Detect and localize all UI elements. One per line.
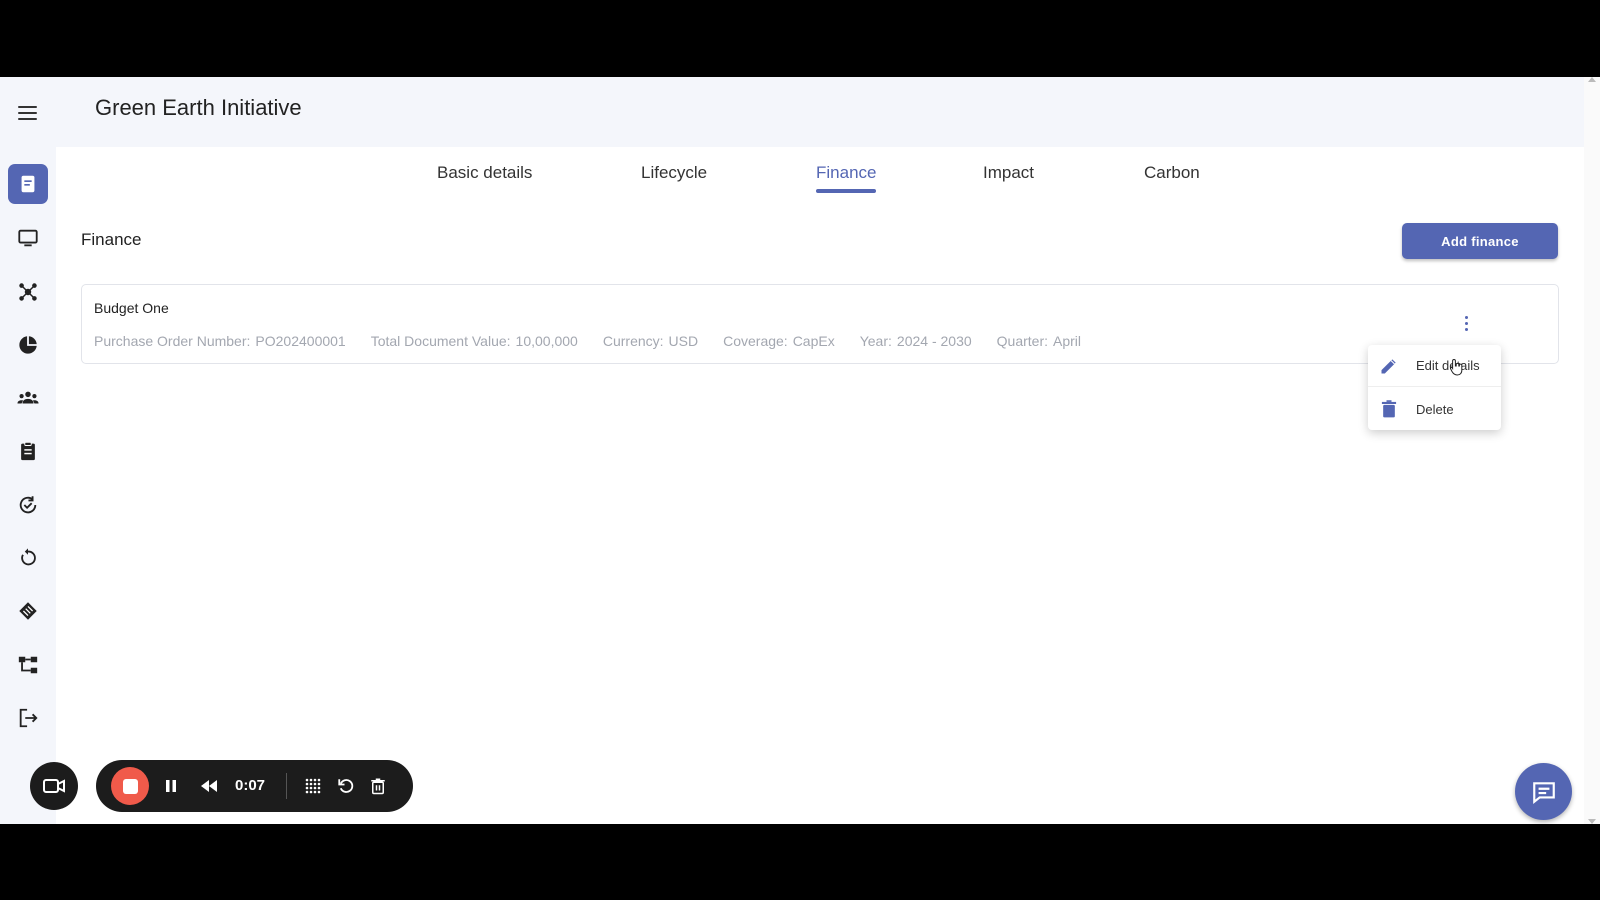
field-value: 10,00,000 (515, 333, 578, 349)
edit-details-label: Edit details (1416, 358, 1480, 373)
refresh-icon[interactable] (8, 538, 48, 578)
check-cycle-icon[interactable] (8, 485, 48, 525)
monitor-icon[interactable] (8, 218, 48, 258)
restart-icon[interactable] (334, 774, 358, 798)
add-finance-button[interactable]: Add finance (1402, 223, 1558, 259)
field-label: Currency: (602, 333, 664, 349)
logout-icon[interactable] (8, 698, 48, 738)
delete-menu-item[interactable]: Delete (1368, 388, 1501, 430)
pie-chart-icon[interactable] (8, 325, 48, 365)
clipboard-icon[interactable] (8, 431, 48, 471)
rewind-icon[interactable] (197, 774, 221, 798)
stop-recording-button[interactable] (111, 767, 149, 805)
mouse-cursor-icon (1449, 358, 1464, 381)
field-label: Year: (859, 333, 892, 349)
pencil-icon (1378, 355, 1400, 377)
hierarchy-icon[interactable] (8, 645, 48, 685)
tab-impact[interactable]: Impact (983, 163, 1034, 183)
field-label: Purchase Order Number: (94, 333, 251, 349)
document-value-field: Total Document Value: 10,00,000 (371, 333, 578, 349)
field-value: April (1053, 333, 1082, 349)
tab-finance[interactable]: Finance (816, 163, 876, 183)
currency-field: Currency: USD (603, 333, 698, 349)
recording-timer: 0:07 (235, 777, 266, 794)
tab-carbon[interactable]: Carbon (1144, 163, 1200, 183)
section-title: Finance (81, 230, 142, 249)
finance-card: Budget One Purchase Order Number: PO20240… (81, 284, 1559, 364)
edit-details-menu-item[interactable]: Edit details (1368, 345, 1501, 387)
field-label: Coverage: (723, 333, 788, 349)
people-icon[interactable] (8, 378, 48, 418)
field-value: 2024 - 2030 (896, 333, 972, 349)
tab-lifecycle[interactable]: Lifecycle (641, 163, 707, 183)
camera-icon[interactable] (30, 762, 78, 810)
context-menu: Edit details Delete (1368, 345, 1501, 430)
page-header: Green Earth Initiative (56, 77, 1584, 147)
app-window: Green Earth Initiative Basic details Lif… (0, 77, 1584, 824)
card-title: Budget One (94, 300, 169, 316)
card-fields: Purchase Order Number: PO202400001 Total … (94, 333, 1081, 349)
po-number-field: Purchase Order Number: PO202400001 (94, 333, 346, 349)
field-label: Quarter: (996, 333, 1048, 349)
recording-toolbar: 0:07 (96, 760, 413, 812)
field-value: USD (668, 333, 699, 349)
field-value: PO202400001 (255, 333, 346, 349)
field-value: CapEx (792, 333, 835, 349)
letterbox-top (0, 0, 1600, 77)
scroll-up-icon[interactable] (1588, 77, 1596, 82)
document-icon[interactable] (8, 164, 48, 204)
tab-bar: Basic details Lifecycle Finance Impact C… (56, 147, 1584, 207)
discard-trash-icon[interactable] (366, 774, 390, 798)
hamburger-menu-icon[interactable] (14, 99, 42, 127)
quarter-field: Quarter: April (997, 333, 1081, 349)
pause-icon[interactable] (159, 774, 183, 798)
trash-icon (1378, 398, 1400, 420)
grid-icon[interactable] (301, 774, 325, 798)
tag-icon[interactable] (8, 591, 48, 631)
active-tab-indicator (816, 189, 876, 193)
more-options-icon[interactable] (1460, 309, 1472, 337)
page-title: Green Earth Initiative (95, 95, 302, 120)
chat-icon[interactable] (1515, 763, 1572, 820)
letterbox-bottom (0, 824, 1600, 900)
network-icon[interactable] (8, 272, 48, 312)
delete-label: Delete (1416, 401, 1454, 417)
tab-basic-details[interactable]: Basic details (437, 163, 532, 183)
year-field: Year: 2024 - 2030 (860, 333, 972, 349)
field-label: Total Document Value: (370, 333, 511, 349)
toolbar-divider (286, 773, 287, 799)
coverage-field: Coverage: CapEx (723, 333, 835, 349)
sidebar (0, 77, 56, 824)
scrollbar[interactable] (1584, 77, 1600, 824)
